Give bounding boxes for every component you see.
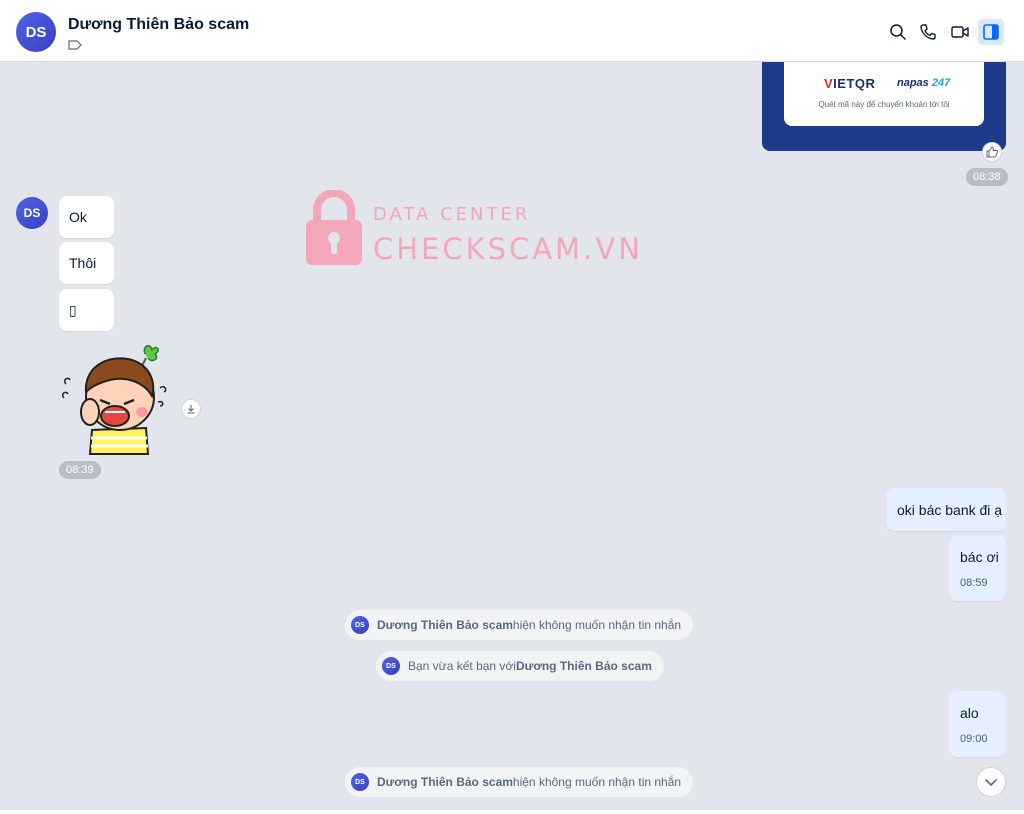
crying-boy-sticker[interactable]	[60, 342, 170, 457]
message-text: oki bác bank đi ạ	[897, 502, 1003, 518]
qr-caption: Quét mã này để chuyển khoản tới tôi	[818, 100, 950, 109]
incoming-message[interactable]: ▯	[59, 289, 114, 331]
download-button[interactable]	[181, 399, 201, 419]
contact-avatar[interactable]: DS	[16, 12, 56, 52]
system-notice: DS Bạn vừa kết bạn với Dương Thiên Bảo s…	[376, 651, 664, 681]
message-time: 09:00	[960, 733, 988, 745]
message-time: 08:59	[960, 577, 988, 589]
watermark: DATA CENTER CHECKSCAM.VN	[305, 190, 645, 270]
outgoing-message[interactable]: alo 09:00	[949, 691, 1006, 757]
notice-avatar: DS	[351, 773, 369, 791]
incoming-message[interactable]: Thôi	[59, 242, 114, 284]
reaction-button[interactable]	[982, 142, 1002, 162]
lock-icon	[306, 190, 362, 265]
qr-transfer-card[interactable]: VIETQR napas 247 Quét mã này để chuyển k…	[762, 62, 1006, 151]
notice-contact-name[interactable]: Dương Thiên Bảo scam	[377, 775, 513, 789]
vietqr-logo: VIETQR	[824, 76, 876, 91]
message-text: alo	[960, 705, 979, 721]
sender-avatar[interactable]: DS	[16, 197, 48, 229]
search-icon	[890, 24, 906, 40]
sidebar-toggle-icon	[983, 24, 999, 40]
label-tag-icon[interactable]	[68, 40, 82, 50]
notice-text: hiện không muốn nhận tin nhắn	[512, 775, 682, 789]
download-icon	[187, 405, 195, 414]
notice-avatar: DS	[351, 616, 369, 634]
contact-name[interactable]: Dương Thiên Bảo scam	[68, 16, 249, 34]
notice-text: hiện không muốn nhận tin nhắn	[512, 618, 682, 632]
phone-icon	[920, 24, 936, 40]
qr-card-footer: VIETQR napas 247 Quét mã này để chuyển k…	[784, 62, 984, 126]
napas-logo: napas 247	[897, 77, 951, 89]
watermark-line1: DATA CENTER	[373, 204, 531, 225]
message-time: 08:39	[59, 461, 101, 479]
chevron-down-icon	[985, 779, 997, 786]
conversation-info-toggle[interactable]	[978, 19, 1004, 45]
voice-call-button[interactable]	[915, 19, 941, 45]
notice-avatar: DS	[382, 657, 400, 675]
video-icon	[951, 26, 969, 38]
incoming-message[interactable]: Ok	[59, 196, 114, 238]
system-notice: DS Dương Thiên Bảo scam hiện không muốn …	[345, 610, 694, 640]
search-button[interactable]	[885, 19, 911, 45]
message-time: 08:38	[966, 168, 1008, 186]
outgoing-message[interactable]: oki bác bank đi ạ	[886, 488, 1006, 531]
scroll-to-bottom-button[interactable]	[976, 767, 1006, 797]
chat-header: DS Dương Thiên Bảo scam	[0, 0, 1024, 62]
notice-contact-name[interactable]: Dương Thiên Bảo scam	[516, 659, 652, 673]
system-notice: DS Dương Thiên Bảo scam hiện không muốn …	[345, 767, 694, 797]
notice-contact-name[interactable]: Dương Thiên Bảo scam	[377, 618, 513, 632]
outgoing-message[interactable]: bác ơi 08:59	[949, 535, 1006, 601]
watermark-line2: CHECKSCAM.VN	[373, 232, 643, 266]
composer-edge	[0, 810, 1024, 814]
notice-text: Bạn vừa kết bạn với	[408, 659, 516, 673]
message-text: bác ơi	[960, 549, 999, 565]
thumbs-up-icon	[986, 146, 998, 158]
video-call-button[interactable]	[947, 19, 973, 45]
